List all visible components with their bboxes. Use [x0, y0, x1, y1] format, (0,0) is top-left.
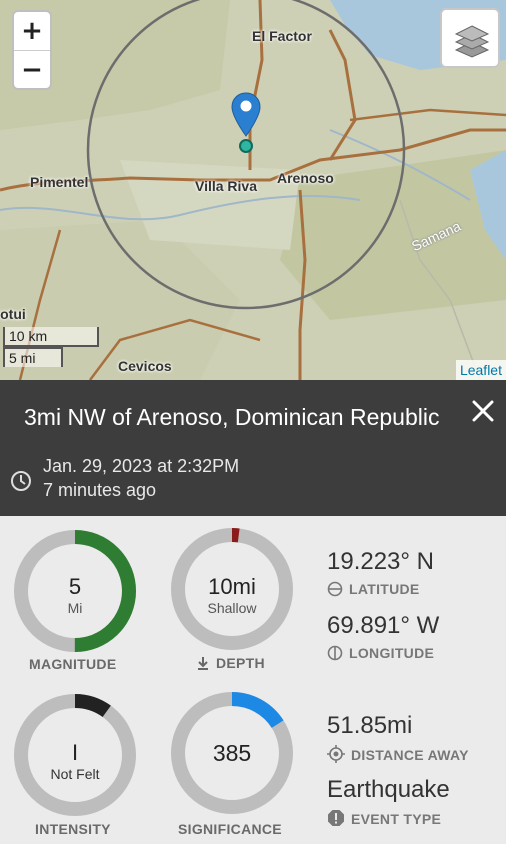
- distance-label: DISTANCE AWAY: [351, 747, 469, 763]
- close-icon[interactable]: [466, 394, 500, 428]
- event-header: 3mi NW of Arenoso, Dominican Republic Ja…: [0, 380, 506, 516]
- longitude-label-wrap: LONGITUDE: [327, 645, 434, 661]
- depth-label-wrap: DEPTH: [196, 655, 265, 671]
- longitude-icon: [327, 645, 343, 661]
- intensity-label: INTENSITY: [35, 821, 111, 837]
- longitude-label: LONGITUDE: [349, 645, 435, 661]
- latitude-value: 19.223° N: [327, 548, 435, 575]
- depth-label: DEPTH: [216, 655, 265, 671]
- place-label: Cevicos: [118, 358, 172, 374]
- place-label: Villa Riva: [195, 178, 258, 194]
- layers-button[interactable]: [440, 8, 500, 68]
- distance-label-wrap: DISTANCE AWAY: [327, 745, 469, 763]
- place-label: Pimentel: [30, 174, 89, 190]
- zoom-in-button[interactable]: +: [14, 12, 50, 50]
- attribution-link[interactable]: Leaflet: [455, 360, 506, 380]
- depth-unit: Shallow: [207, 600, 257, 616]
- map-view[interactable]: El Factor Pimentel Villa Riva Arenoso Sa…: [0, 0, 506, 380]
- distance-value: 51.85mi: [327, 712, 413, 739]
- zoom-control: + −: [12, 10, 52, 90]
- crosshair-icon: [327, 745, 345, 763]
- download-arrow-icon: [198, 657, 208, 670]
- event-title: 3mi NW of Arenoso, Dominican Republic: [24, 404, 440, 430]
- event-date: Jan. 29, 2023 at 2:32PM: [43, 456, 240, 476]
- latitude-label: LATITUDE: [349, 581, 420, 597]
- location-pin-icon[interactable]: [231, 92, 261, 138]
- depth-gauge: 10mi Shallow: [169, 526, 295, 652]
- event-details: 5 Mi MAGNITUDE 10mi Shallow DEPTH I Not …: [0, 516, 506, 844]
- clock-icon: [11, 471, 31, 491]
- magnitude-value: 5: [68, 574, 82, 599]
- scale-bar: 10 km 5 mi: [3, 327, 99, 367]
- magnitude-unit: Mi: [67, 600, 83, 616]
- longitude-value: 69.891° W: [327, 612, 440, 639]
- significance-value: 385: [212, 740, 252, 766]
- depth-value: 10mi: [208, 574, 256, 599]
- event-relative-time: 7 minutes ago: [43, 480, 157, 500]
- significance-gauge: 385: [169, 690, 295, 816]
- magnitude-gauge: 5 Mi: [12, 528, 138, 654]
- significance-label: SIGNIFICANCE: [178, 821, 282, 837]
- zoom-out-button[interactable]: −: [14, 50, 50, 89]
- layers-icon: [454, 25, 490, 58]
- intensity-value: I: [71, 740, 79, 765]
- intensity-gauge: I Not Felt: [12, 692, 138, 818]
- alert-octagon-icon: [328, 810, 344, 826]
- event-type-label-wrap: EVENT TYPE: [327, 809, 441, 827]
- latitude-label-wrap: LATITUDE: [327, 581, 420, 597]
- scale-km: 10 km: [3, 327, 99, 347]
- magnitude-label: MAGNITUDE: [29, 656, 117, 672]
- event-type-value: Earthquake: [327, 776, 450, 803]
- place-label: El Factor: [252, 28, 312, 44]
- scale-mi: 5 mi: [3, 347, 63, 367]
- latitude-icon: [327, 581, 343, 597]
- place-label: Cotui: [0, 306, 26, 322]
- place-label: Arenoso: [277, 170, 334, 186]
- intensity-unit: Not Felt: [50, 766, 100, 782]
- event-type-label: EVENT TYPE: [351, 811, 442, 827]
